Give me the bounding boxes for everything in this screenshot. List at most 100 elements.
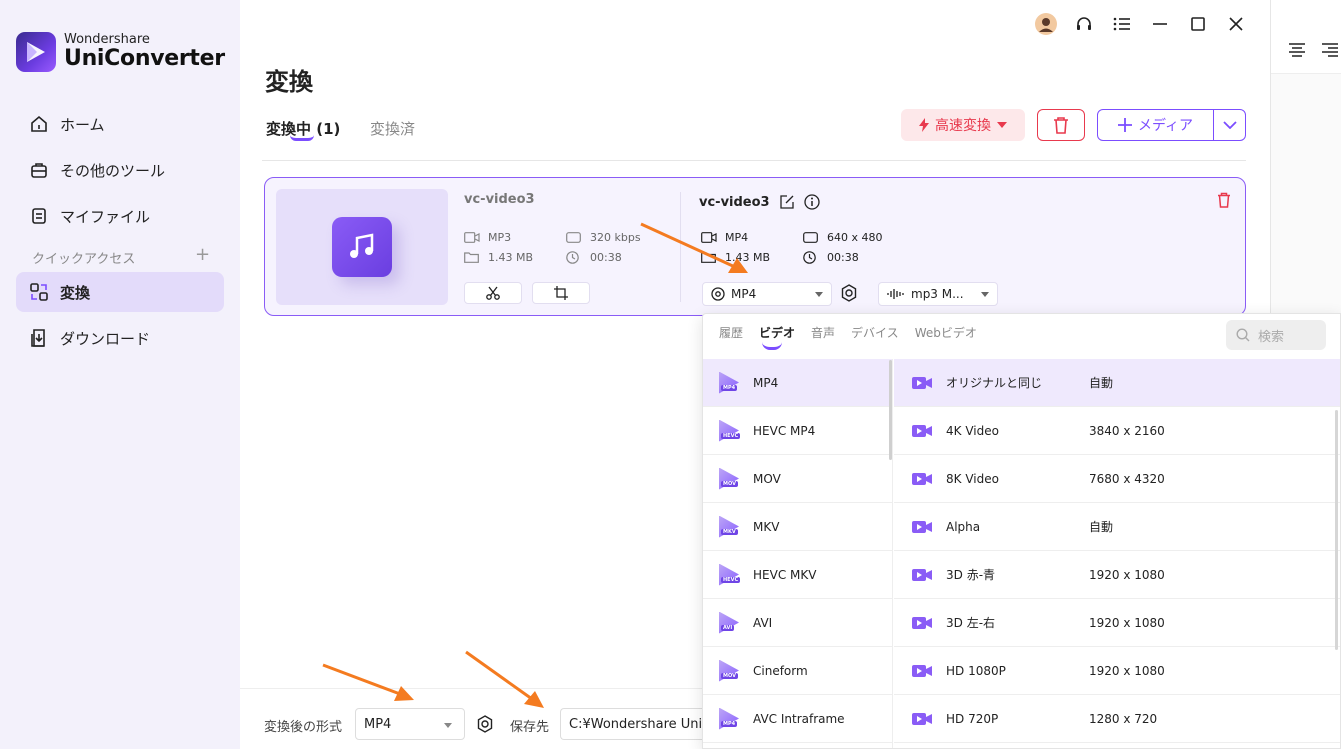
minimize-icon[interactable] <box>1148 12 1172 36</box>
preset-item[interactable]: Alpha 自動 <box>894 503 1340 551</box>
sidebar-item-download[interactable]: ダウンロード <box>16 318 224 358</box>
preset-item[interactable]: オリジナルと同じ 自動 <box>894 359 1340 407</box>
sidebar: Wondershare UniConverter ホーム その他のツール マイフ… <box>0 0 240 749</box>
fast-convert-label: 高速変換 <box>935 118 991 134</box>
video-camera-icon <box>701 232 717 244</box>
format-item[interactable]: MP4 MP4 <box>703 359 892 407</box>
crop-button[interactable] <box>532 282 590 304</box>
tab-converted[interactable]: 変換済 <box>370 118 415 139</box>
save-location-field[interactable]: C:¥Wondershare UniC <box>560 708 720 740</box>
tab-device[interactable]: デバイス <box>851 324 899 341</box>
sidebar-item-label: マイファイル <box>60 207 151 226</box>
global-format-value: MP4 <box>364 716 392 732</box>
video-preset-icon <box>912 713 932 725</box>
preset-item[interactable]: 3D 左-右 1920 x 1080 <box>894 599 1340 647</box>
output-header: vc-video3 <box>699 194 820 210</box>
format-item[interactable]: HEVC HEVC MKV <box>703 551 892 599</box>
format-search-input[interactable]: 検索 <box>1226 320 1326 350</box>
format-item[interactable]: MKV MKV <box>703 503 892 551</box>
tab-video[interactable]: ビデオ <box>759 324 795 350</box>
caret-down-icon <box>997 122 1007 128</box>
tab-underline <box>290 135 314 141</box>
preset-name: HD 720P <box>946 711 999 726</box>
sidebar-item-tools[interactable]: その他のツール <box>16 150 224 190</box>
quick-access-title: クイックアクセス <box>32 252 136 267</box>
tab-converting[interactable]: 変換中 (1) <box>266 118 340 141</box>
preset-item[interactable]: HD 720P 1280 x 720 <box>894 695 1340 743</box>
align-center-icon <box>1289 43 1305 57</box>
format-dropdown-panel: 履歴 ビデオ 音声 デバイス Webビデオ 検索 MP4 MP4 HEVC HEVC… <box>702 313 1341 749</box>
quick-access-add-button[interactable]: + <box>195 244 210 265</box>
format-item[interactable]: HEVC HEVC MP4 <box>703 407 892 455</box>
format-item[interactable]: MOV MOV <box>703 455 892 503</box>
sidebar-item-label: ホーム <box>60 115 105 134</box>
settings-icon[interactable] <box>840 284 858 306</box>
download-icon <box>28 327 50 349</box>
add-media-dropdown[interactable] <box>1214 110 1245 140</box>
format-list-scrollbar[interactable] <box>889 360 892 460</box>
trash-icon <box>1218 192 1230 208</box>
format-item[interactable]: MOV Cineform <box>703 647 892 695</box>
format-name: MOV <box>753 471 781 486</box>
format-icon: HEVC <box>719 419 741 442</box>
format-category-tabs: 履歴 ビデオ 音声 デバイス Webビデオ <box>719 324 977 350</box>
source-format-value: MP3 <box>488 231 512 244</box>
tab-audio[interactable]: 音声 <box>811 324 835 341</box>
maximize-icon[interactable] <box>1186 12 1210 36</box>
preset-item[interactable]: 3D 赤-青 1920 x 1080 <box>894 551 1340 599</box>
edit-icon[interactable] <box>779 195 794 209</box>
conversion-task-card: vc-video3 MP3 320 kbps 1.43 MB 00:38 vc-… <box>264 177 1246 316</box>
format-item[interactable]: AVI AVI <box>703 599 892 647</box>
preset-item[interactable]: 8K Video 7680 x 4320 <box>894 455 1340 503</box>
tab-web-video[interactable]: Webビデオ <box>915 324 977 341</box>
save-path-value: C:¥Wondershare UniC <box>569 716 712 732</box>
remove-task-button[interactable] <box>1217 192 1231 212</box>
output-size-value: 1.43 MB <box>725 251 771 264</box>
info-icon[interactable] <box>803 194 820 210</box>
format-icon: MKV <box>719 515 739 538</box>
output-duration-value: 00:38 <box>827 251 859 264</box>
video-preset-icon <box>912 473 932 485</box>
add-media-main[interactable]: メディア <box>1098 110 1214 140</box>
fast-convert-button[interactable]: 高速変換 <box>901 109 1025 141</box>
music-note-icon <box>332 217 392 277</box>
audio-track-select[interactable]: mp3 M... <box>878 282 998 306</box>
format-settings-icon <box>711 287 725 301</box>
page-title: 変換 <box>265 68 313 96</box>
preset-name: HD 1080P <box>946 663 1006 678</box>
app-logo: Wondershare UniConverter <box>16 32 225 72</box>
preset-resolution: 自動 <box>1089 376 1114 390</box>
preset-item[interactable]: HD 1080P 1920 x 1080 <box>894 647 1340 695</box>
output-file-name: vc-video3 <box>699 194 770 210</box>
preset-resolution: 3840 x 2160 <box>1089 423 1165 438</box>
sidebar-item-files[interactable]: マイファイル <box>16 196 224 236</box>
add-media-button[interactable]: メディア <box>1097 109 1246 141</box>
format-icon: AVI <box>719 611 739 634</box>
format-list: MP4 MP4 HEVC HEVC MP4 MOV MOV MKV MKV HEVC HE… <box>703 359 893 748</box>
settings-icon[interactable] <box>476 715 494 737</box>
source-bitrate: 320 kbps <box>566 231 641 244</box>
sidebar-item-convert[interactable]: 変換 <box>16 272 224 312</box>
format-item[interactable]: MP4 AVC Intraframe <box>703 695 892 743</box>
preset-name: Alpha <box>946 519 981 534</box>
media-thumbnail[interactable] <box>276 189 448 305</box>
align-right-icon <box>1322 43 1338 57</box>
trim-button[interactable] <box>464 282 522 304</box>
global-format-select[interactable]: MP4 <box>355 708 465 740</box>
avatar-icon[interactable] <box>1034 12 1058 36</box>
video-preset-icon <box>912 425 932 437</box>
tab-history[interactable]: 履歴 <box>719 324 743 341</box>
preset-name: 4K Video <box>946 423 999 438</box>
preset-list-scrollbar[interactable] <box>1335 410 1338 650</box>
caret-down-icon <box>815 291 823 297</box>
delete-all-button[interactable] <box>1037 109 1085 141</box>
preset-name: 3D 左-右 <box>946 616 996 630</box>
menu-icon[interactable] <box>1110 12 1134 36</box>
output-resolution-value: 640 x 480 <box>827 231 883 244</box>
headset-icon[interactable] <box>1072 12 1096 36</box>
sidebar-item-home[interactable]: ホーム <box>16 104 224 144</box>
preset-item[interactable]: 4K Video 3840 x 2160 <box>894 407 1340 455</box>
output-format-select[interactable]: MP4 <box>702 282 832 306</box>
source-size-value: 1.43 MB <box>488 251 534 264</box>
close-icon[interactable] <box>1224 12 1248 36</box>
